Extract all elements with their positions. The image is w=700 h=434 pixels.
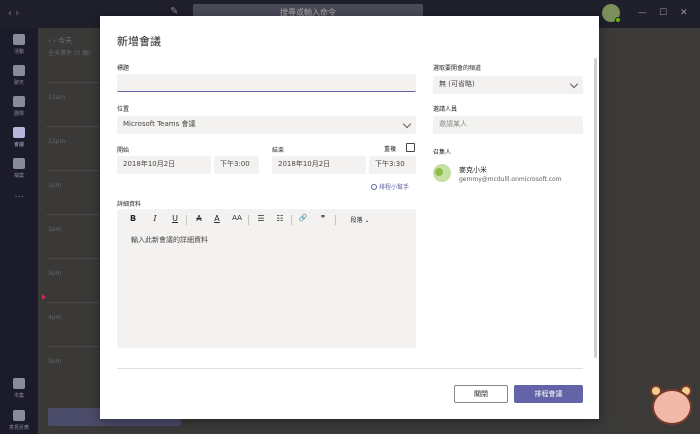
footer-divider: [117, 368, 583, 369]
status-dot: [615, 17, 621, 23]
store-icon: [13, 378, 25, 389]
dialog-title: 新增會議: [117, 35, 161, 48]
numbered-list-button[interactable]: ☷: [274, 214, 286, 223]
close-window-icon[interactable]: ✕: [680, 8, 688, 18]
user-avatar[interactable]: [602, 4, 621, 23]
file-icon: [13, 158, 25, 169]
new-meeting-dialog: 新增會議 標題 位置 Microsoft Teams 會議 開始 2018年10…: [100, 16, 599, 419]
start-date-field[interactable]: 2018年10月2日: [117, 156, 211, 174]
rail-store[interactable]: 市集: [0, 378, 38, 399]
hour-label: 11am: [48, 94, 66, 101]
rail-activity[interactable]: 活動: [0, 34, 38, 55]
invite-label: 邀請人員: [433, 106, 458, 113]
maximize-icon[interactable]: ☐: [659, 8, 667, 18]
paragraph-dropdown[interactable]: 段落 ⌄: [345, 215, 375, 224]
chevron-down-icon: [569, 79, 579, 89]
current-time-marker: [42, 294, 46, 300]
rail-teams[interactable]: 團隊: [0, 96, 38, 117]
rail-files[interactable]: 檔案: [0, 158, 38, 179]
channel-select[interactable]: 無 (可省略): [433, 76, 583, 94]
location-label: 位置: [117, 106, 130, 113]
avatar-dot: [435, 168, 443, 176]
hour-label: 5pm: [48, 358, 62, 365]
back-forward-icons[interactable]: ‹ ›: [8, 8, 19, 19]
rail-feedback[interactable]: 意見反應: [0, 410, 38, 431]
font-size-button[interactable]: AA: [231, 214, 243, 222]
organizer-email: gemmy@mcdulll.onmicrosoft.com: [459, 176, 562, 183]
app-rail: 活動 聊天 團隊 會議 檔案 … 市集 意見反應: [0, 28, 38, 434]
toolbar-separator: [248, 215, 249, 225]
start-time-field[interactable]: 下午3:00: [214, 156, 259, 174]
scheduling-assistant-link[interactable]: 排程小幫手: [371, 182, 409, 191]
channel-label: 選取要開會的頻道: [433, 65, 482, 72]
end-time-field[interactable]: 下午3:30: [369, 156, 416, 174]
clock-icon: [371, 184, 377, 190]
hour-label: 12pm: [48, 138, 66, 145]
background-right-area: [599, 28, 700, 434]
organizer-card: 麥克小米 gemmy@mcdulll.onmicrosoft.com: [433, 164, 593, 194]
invite-placeholder: 邀請某人: [439, 120, 467, 128]
font-color-button[interactable]: A: [211, 214, 223, 223]
channel-value: 無 (可省略): [439, 80, 475, 88]
organizer-avatar: [433, 164, 451, 182]
bell-icon: [13, 34, 25, 45]
title-input[interactable]: [117, 74, 416, 92]
rail-more[interactable]: …: [0, 190, 38, 200]
hour-label: 1pm: [48, 182, 62, 189]
chevron-down-icon: [402, 119, 412, 129]
highlight-button[interactable]: A: [193, 214, 205, 223]
details-editor[interactable]: B I U A A AA ☰ ☷ 🔗 ❞ 段落 ⌄ 輸入此新會議的詳細資料: [117, 209, 416, 348]
link-icon[interactable]: 🔗: [297, 214, 309, 222]
start-label: 開始: [117, 147, 130, 154]
feedback-icon: [13, 410, 25, 421]
hour-label: 3pm: [48, 270, 62, 277]
quote-button[interactable]: ❞: [317, 214, 329, 223]
invite-input[interactable]: 邀請某人: [433, 116, 583, 134]
toolbar-separator: [186, 215, 187, 225]
organizer-name: 麥克小米: [459, 166, 487, 174]
dialog-scrollbar[interactable]: [594, 58, 597, 358]
calendar-icon: [13, 127, 25, 138]
bullet-list-button[interactable]: ☰: [255, 214, 267, 223]
title-label: 標題: [117, 65, 130, 72]
schedule-meeting-button[interactable]: 排程會議: [514, 385, 583, 403]
hour-label: 4pm: [48, 314, 62, 321]
editor-toolbar: B I U A A AA ☰ ☷ 🔗 ❞ 段落 ⌄: [117, 209, 416, 231]
end-label: 結束: [272, 147, 285, 154]
minimize-icon[interactable]: —: [638, 8, 647, 18]
rail-meetings[interactable]: 會議: [0, 127, 38, 148]
italic-button[interactable]: I: [149, 214, 161, 223]
teams-icon: [13, 96, 25, 107]
details-placeholder: 輸入此新會議的詳細資料: [131, 236, 208, 244]
details-label: 詳細資料: [117, 201, 142, 208]
location-select[interactable]: Microsoft Teams 會議: [117, 116, 416, 134]
mascot-face: [652, 389, 692, 425]
repeat-label: 重複: [384, 146, 397, 153]
rail-chat[interactable]: 聊天: [0, 65, 38, 86]
allday-label: 全天事件 (0 個): [48, 50, 91, 57]
repeat-checkbox[interactable]: [406, 143, 415, 152]
underline-button[interactable]: U: [169, 214, 181, 223]
close-button[interactable]: 關閉: [454, 385, 508, 403]
hour-label: 2pm: [48, 226, 62, 233]
bold-button[interactable]: B: [127, 214, 139, 223]
watermark-mascot: [648, 383, 696, 429]
calendar-nav[interactable]: ‹ › 今天: [48, 36, 72, 46]
chat-icon: [13, 65, 25, 76]
toolbar-separator: [335, 215, 336, 225]
location-value: Microsoft Teams 會議: [123, 120, 196, 128]
end-date-field[interactable]: 2018年10月2日: [272, 156, 366, 174]
toolbar-separator: [291, 215, 292, 225]
organizer-label: 召集人: [433, 149, 452, 156]
